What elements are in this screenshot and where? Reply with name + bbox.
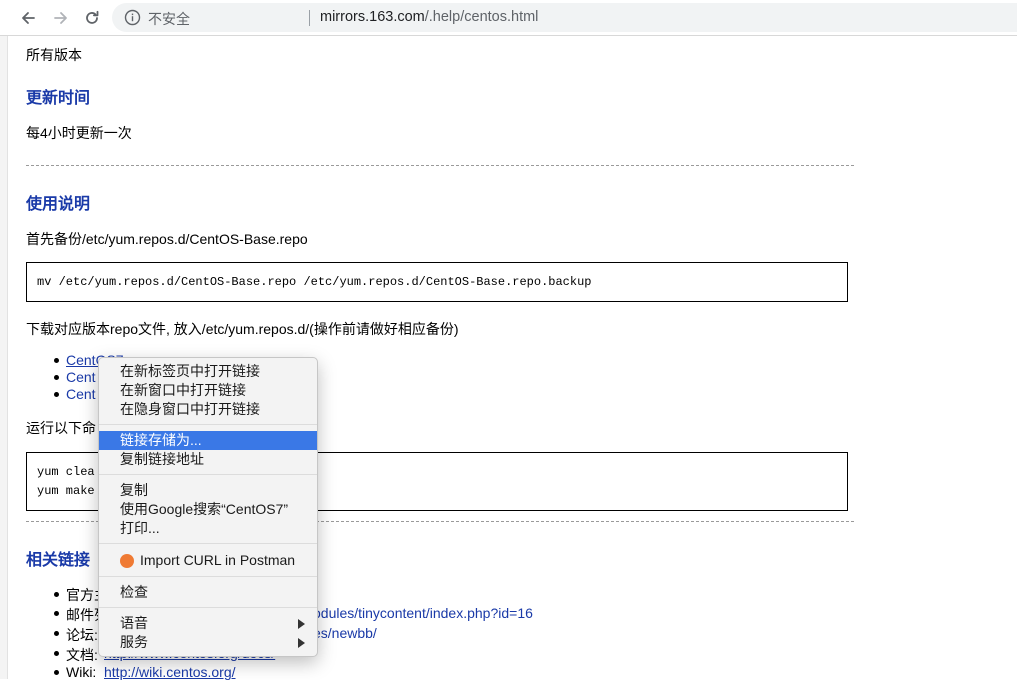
update-heading: 更新时间 (26, 90, 91, 107)
list-bullet (54, 358, 59, 363)
list-bullet (54, 670, 59, 675)
context-menu: 在新标签页中打开链接 在新窗口中打开链接 在隐身窗口中打开链接 链接存储为...… (98, 357, 318, 657)
list-bullet (54, 392, 59, 397)
repo-link-2[interactable]: Cent (66, 369, 96, 385)
menu-separator (99, 576, 317, 577)
submenu-arrow-icon (298, 619, 305, 629)
reload-button[interactable] (80, 6, 104, 30)
url-path: /.help/centos.html (424, 9, 539, 25)
menu-copy-link[interactable]: 复制链接地址 (99, 450, 317, 469)
menu-services-label: 服务 (120, 634, 148, 650)
postman-icon (120, 554, 134, 568)
backup-code-block: mv /etc/yum.repos.d/CentOS-Base.repo /et… (26, 262, 848, 302)
menu-save-link-as[interactable]: 链接存储为... (99, 431, 317, 450)
forward-arrow-icon (54, 12, 67, 24)
run-text: 运行以下命 (26, 420, 96, 436)
menu-inspect[interactable]: 检查 (99, 583, 317, 602)
url-text[interactable]: mirrors.163.com/.help/centos.html (320, 9, 538, 25)
menu-speech-label: 语音 (120, 615, 148, 631)
menu-postman[interactable]: Import CURL in Postman (99, 551, 317, 570)
list-bullet (54, 375, 59, 380)
menu-search-google[interactable]: 使用Google搜索“CentOS7” (99, 500, 317, 519)
url-host: mirrors.163.com (320, 9, 425, 25)
menu-services[interactable]: 服务 (99, 633, 317, 652)
menu-postman-label: Import CURL in Postman (140, 552, 296, 568)
menu-print[interactable]: 打印... (99, 519, 317, 538)
backup-command: mv /etc/yum.repos.d/CentOS-Base.repo /et… (37, 275, 592, 289)
forward-button[interactable] (49, 6, 73, 30)
menu-separator (99, 543, 317, 544)
related-heading: 相关链接 (26, 552, 91, 569)
background-window-sliver (0, 36, 8, 679)
menu-separator (99, 474, 317, 475)
menu-separator (99, 607, 317, 608)
list-bullet (54, 611, 59, 616)
browser-toolbar: 不安全 mirrors.163.com/.help/centos.html (0, 0, 1017, 36)
list-bullet (54, 592, 59, 597)
menu-open-new-tab[interactable]: 在新标签页中打开链接 (99, 362, 317, 381)
back-button[interactable] (16, 6, 40, 30)
omnibox-divider (309, 10, 310, 26)
list-bullet (54, 631, 59, 636)
related-label: 论坛: (66, 627, 98, 643)
back-arrow-icon (22, 12, 35, 24)
list-bullet (54, 651, 59, 656)
forum-link[interactable]: es/newbb/ (313, 625, 377, 641)
divider (26, 165, 854, 166)
related-label: Wiki: (66, 664, 97, 680)
menu-separator (99, 424, 317, 425)
address-bar[interactable]: 不安全 mirrors.163.com/.help/centos.html (112, 3, 1017, 32)
versions-text: 所有版本 (26, 47, 82, 63)
submenu-arrow-icon (298, 638, 305, 648)
menu-copy[interactable]: 复制 (99, 481, 317, 500)
security-label[interactable]: 不安全 (148, 9, 190, 29)
reload-icon (86, 10, 99, 24)
update-text: 每4小时更新一次 (26, 125, 132, 141)
mailing-list-link[interactable]: odules/tinycontent/index.php?id=16 (313, 605, 533, 621)
menu-open-incognito[interactable]: 在隐身窗口中打开链接 (99, 400, 317, 419)
menu-open-new-window[interactable]: 在新窗口中打开链接 (99, 381, 317, 400)
repo-link-3[interactable]: Cent (66, 386, 96, 402)
info-icon[interactable] (124, 9, 141, 26)
related-label: 文档: (66, 647, 98, 663)
backup-text: 首先备份/etc/yum.repos.d/CentOS-Base.repo (26, 231, 308, 247)
wiki-link[interactable]: http://wiki.centos.org/ (104, 664, 236, 680)
usage-heading: 使用说明 (26, 196, 91, 213)
menu-speech[interactable]: 语音 (99, 614, 317, 633)
download-text: 下载对应版本repo文件, 放入/etc/yum.repos.d/(操作前请做好… (26, 321, 459, 337)
